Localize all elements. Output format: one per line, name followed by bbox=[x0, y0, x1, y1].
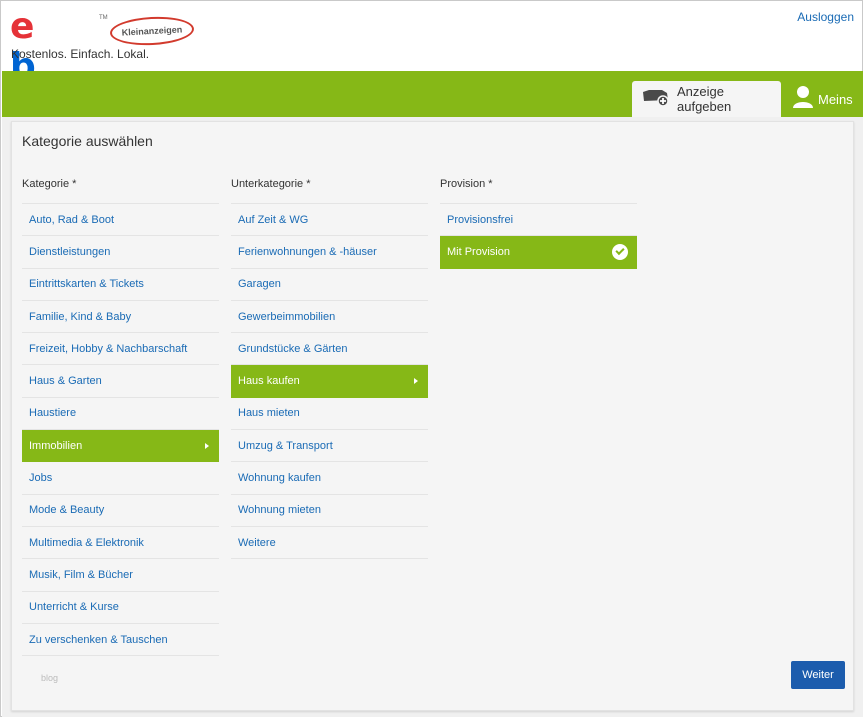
category-item-label: Auto, Rad & Boot bbox=[29, 213, 114, 226]
commission-column-header: Provision * bbox=[440, 178, 637, 204]
post-ad-label: Anzeige aufgeben bbox=[677, 84, 732, 114]
category-item-label: Haustiere bbox=[29, 407, 77, 420]
category-item[interactable]: Eintrittskarten & Tickets bbox=[22, 269, 219, 301]
subcategory-item[interactable]: Haus mieten bbox=[231, 398, 428, 431]
content-area: Kategorie auswählen Kategorie * Auto, Ra… bbox=[2, 117, 863, 717]
category-item-label: Zu verschenken & Tauschen bbox=[29, 633, 168, 646]
main-navbar: Anzeige aufgeben Meins bbox=[2, 71, 863, 117]
category-item[interactable]: Familie, Kind & Baby bbox=[22, 301, 219, 334]
category-item-label: Dienstleistungen bbox=[29, 245, 111, 258]
category-item-label: Multimedia & Elektronik bbox=[29, 536, 144, 549]
subcategory-item-label: Wohnung kaufen bbox=[238, 472, 321, 485]
commission-column: Provision * Provisionsfrei Mit Provision bbox=[440, 178, 637, 269]
logo-letter-e: e bbox=[10, 6, 34, 47]
subcategory-item-label: Grundstücke & Gärten bbox=[238, 342, 348, 355]
tagline: Kostenlos. Einfach. Lokal. bbox=[11, 47, 150, 61]
category-item[interactable]: Unterricht & Kurse bbox=[22, 592, 219, 624]
category-item[interactable]: Musik, Film & Bücher bbox=[22, 559, 219, 592]
meins-label: Meins bbox=[818, 91, 853, 107]
subcategory-item[interactable]: Gewerbeimmobilien bbox=[231, 301, 428, 334]
subcategory-list: Auf Zeit & WG Ferienwohnungen & -häuser Ga… bbox=[231, 204, 428, 560]
category-item-label: Mode & Beauty bbox=[29, 504, 105, 517]
category-item-label: Immobilien bbox=[29, 439, 83, 452]
next-button[interactable]: Weiter bbox=[791, 661, 845, 689]
subcategory-item[interactable]: Ferienwohnungen & -häuser bbox=[231, 236, 428, 269]
kleinanzeigen-badge: Kleinanzeigen bbox=[109, 14, 195, 48]
subcategory-item[interactable]: Wohnung kaufen bbox=[231, 462, 428, 495]
subcategory-item[interactable]: Grundstücke & Gärten bbox=[231, 333, 428, 366]
subcategory-item-label: Gewerbeimmobilien bbox=[238, 310, 336, 323]
subcategory-column-header: Unterkategorie * bbox=[231, 178, 428, 204]
subcategory-item[interactable]: Umzug & Transport bbox=[231, 430, 428, 463]
logout-link[interactable]: Ausloggen bbox=[797, 10, 854, 24]
commission-item-label: Mit Provision bbox=[447, 245, 510, 258]
user-icon bbox=[792, 85, 814, 114]
subcategory-item-label: Haus mieten bbox=[238, 407, 300, 420]
blog-link[interactable]: blog bbox=[41, 673, 58, 683]
subcategory-item[interactable]: Garagen bbox=[231, 269, 428, 301]
category-item[interactable]: Jobs bbox=[22, 462, 219, 495]
header: ebay TM Kleinanzeigen Kostenlos. Einfach… bbox=[1, 1, 862, 167]
category-item[interactable]: Auto, Rad & Boot bbox=[22, 204, 219, 237]
category-item-label: Eintrittskarten & Tickets bbox=[29, 278, 144, 291]
subcategory-item-label: Haus kaufen bbox=[238, 375, 300, 388]
category-item[interactable]: Immobilien bbox=[22, 430, 219, 463]
category-item[interactable]: Multimedia & Elektronik bbox=[22, 527, 219, 560]
subcategory-item[interactable]: Wohnung mieten bbox=[231, 495, 428, 527]
meins-tab[interactable]: Meins bbox=[792, 81, 853, 117]
category-panel: Kategorie auswählen Kategorie * Auto, Ra… bbox=[11, 121, 854, 711]
commission-list: Provisionsfrei Mit Provision bbox=[440, 204, 637, 269]
category-item-label: Unterricht & Kurse bbox=[29, 601, 119, 614]
category-item[interactable]: Dienstleistungen bbox=[22, 236, 219, 269]
category-list: Auto, Rad & Boot Dienstleistungen Eintritt… bbox=[22, 204, 219, 657]
subcategory-item-label: Ferienwohnungen & -häuser bbox=[238, 245, 377, 258]
panel-title: Kategorie auswählen bbox=[22, 133, 153, 149]
category-item-label: Familie, Kind & Baby bbox=[29, 310, 132, 323]
category-item-label: Freizeit, Hobby & Nachbarschaft bbox=[29, 342, 188, 355]
subcategory-item[interactable]: Weitere bbox=[231, 527, 428, 560]
category-item-label: Musik, Film & Bücher bbox=[29, 568, 133, 581]
category-item[interactable]: Freizeit, Hobby & Nachbarschaft bbox=[22, 333, 219, 366]
subcategory-column: Unterkategorie * Auf Zeit & WG Ferienwohn… bbox=[231, 178, 428, 560]
subcategory-item[interactable]: Auf Zeit & WG bbox=[231, 204, 428, 237]
subcategory-item-label: Weitere bbox=[238, 536, 276, 549]
category-item[interactable]: Zu verschenken & Tauschen bbox=[22, 624, 219, 657]
car-plus-icon bbox=[641, 87, 671, 112]
checkmark-icon bbox=[612, 243, 628, 260]
commission-item[interactable]: Mit Provision bbox=[440, 236, 637, 269]
trademark-mark: TM bbox=[99, 15, 108, 21]
category-item[interactable]: Haustiere bbox=[22, 398, 219, 431]
category-item-label: Haus & Garten bbox=[29, 375, 102, 388]
category-item-label: Jobs bbox=[29, 472, 53, 485]
commission-item-label: Provisionsfrei bbox=[447, 213, 514, 226]
chevron-right-icon bbox=[414, 378, 418, 385]
subcategory-item[interactable]: Haus kaufen bbox=[231, 365, 428, 398]
subcategory-item-label: Garagen bbox=[238, 278, 281, 291]
commission-item[interactable]: Provisionsfrei bbox=[440, 204, 637, 237]
subcategory-item-label: Wohnung mieten bbox=[238, 504, 321, 517]
post-ad-tab[interactable]: Anzeige aufgeben bbox=[632, 81, 781, 117]
page-frame: ebay TM Kleinanzeigen Kostenlos. Einfach… bbox=[0, 0, 863, 717]
category-item[interactable]: Mode & Beauty bbox=[22, 495, 219, 527]
subcategory-item-label: Umzug & Transport bbox=[238, 439, 333, 452]
category-column: Kategorie * Auto, Rad & Boot Dienstleistu… bbox=[22, 178, 219, 657]
category-item[interactable]: Haus & Garten bbox=[22, 365, 219, 398]
chevron-right-icon bbox=[205, 442, 209, 449]
subcategory-item-label: Auf Zeit & WG bbox=[238, 213, 309, 226]
category-column-header: Kategorie * bbox=[22, 178, 219, 204]
